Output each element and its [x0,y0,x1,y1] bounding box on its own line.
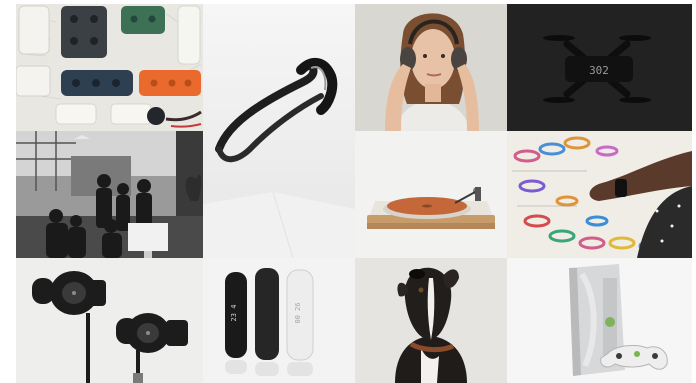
wristband-sketches-image [507,131,692,258]
tile-fitness-bands[interactable]: 23 4 00 26 [203,258,355,383]
fitness-bands-image: 23 4 00 26 [203,258,355,383]
white-band-text: 00 26 [294,302,302,323]
tile-earbuds[interactable] [16,258,203,383]
drone-image: 302 [507,4,692,131]
dog-image [355,258,507,383]
tile-headset-band[interactable] [203,4,355,258]
tile-wristband-sketches[interactable] [507,131,692,258]
tile-woman-with-headphones[interactable] [355,4,507,131]
tile-game-console[interactable] [507,258,692,383]
headset-band-image [203,4,355,258]
tile-studio-team[interactable] [16,131,203,258]
woman-with-headphones-image [355,4,507,131]
studio-team-image [16,131,203,258]
tile-power-strips[interactable] [16,4,203,131]
photo-grid: 302 23 4 00 26 [16,4,692,383]
power-strips-image [16,4,203,131]
black-band-text: 23 4 [230,305,238,322]
drone-display-text: 302 [589,64,609,77]
tile-drone[interactable]: 302 [507,4,692,131]
turntable-image [355,131,507,258]
tile-dog[interactable] [355,258,507,383]
tile-turntable[interactable] [355,131,507,258]
game-console-image [507,258,692,383]
earbuds-image [16,258,203,383]
